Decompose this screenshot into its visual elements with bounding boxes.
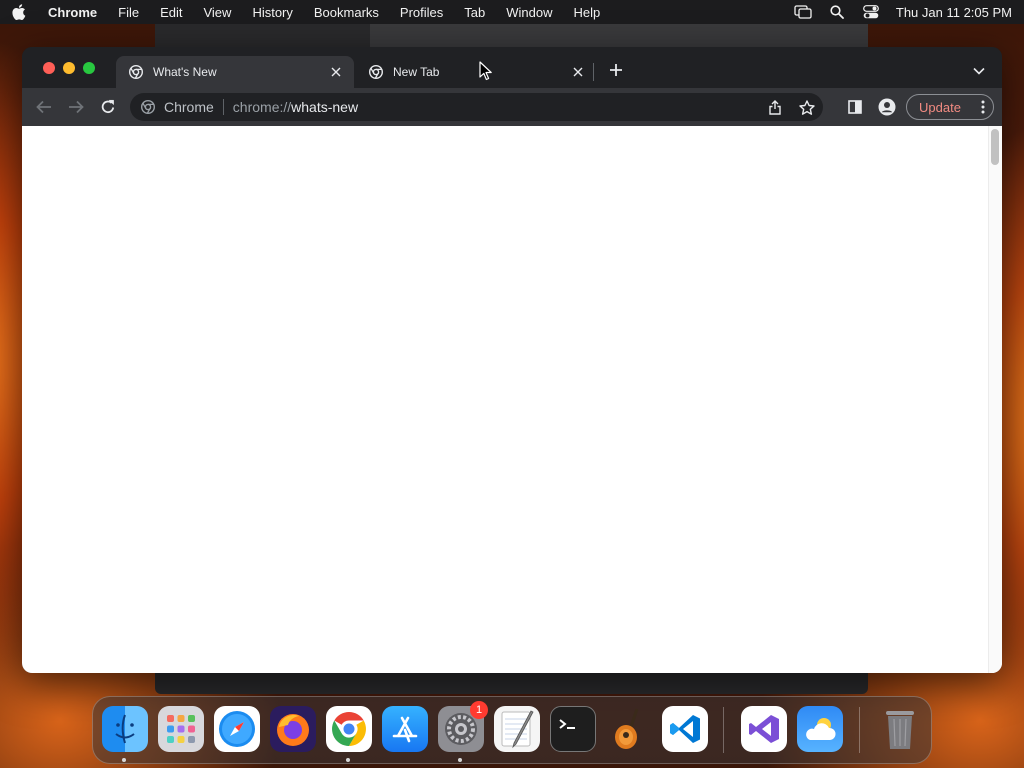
menu-bar: Chrome File Edit View History Bookmarks … [0, 0, 1024, 24]
notification-badge: 1 [470, 701, 488, 719]
chrome-running-dot [346, 758, 350, 762]
scrollbar-thumb[interactable] [991, 129, 999, 165]
textedit-icon[interactable] [494, 706, 540, 752]
tab-strip: What's New New Tab [22, 47, 1002, 88]
google-chrome-icon[interactable] [326, 706, 372, 752]
tab-title: What's New [153, 65, 217, 79]
omnibox-divider [222, 99, 224, 115]
chrome-icon [368, 64, 384, 80]
tab-new-tab[interactable]: New Tab [356, 56, 596, 88]
tab-separator [593, 63, 594, 81]
dock-separator [859, 707, 860, 753]
menu-history[interactable]: History [252, 5, 292, 20]
system-settings-icon[interactable]: 1 [438, 701, 488, 752]
vscode-icon[interactable] [662, 706, 708, 752]
settings-running-dot [458, 758, 462, 762]
window-minimize-button[interactable] [63, 62, 75, 74]
menu-view[interactable]: View [203, 5, 231, 20]
trash-icon[interactable] [877, 706, 923, 752]
tab-search-chevron-icon[interactable] [971, 63, 987, 79]
tab-whats-new[interactable]: What's New [116, 56, 354, 88]
menu-tab[interactable]: Tab [464, 5, 485, 20]
apple-menu-icon[interactable] [12, 4, 28, 20]
chrome-icon [140, 99, 156, 115]
terminal-icon[interactable] [550, 706, 596, 752]
garageband-icon[interactable] [606, 706, 652, 752]
bookmark-star-icon[interactable] [791, 93, 823, 121]
menu-clock[interactable]: Thu Jan 11 2:05 PM [896, 5, 1012, 20]
chrome-window: What's New New Tab Chrome chrome:// what… [22, 47, 1002, 673]
window-zoom-button[interactable] [83, 62, 95, 74]
toolbar: Chrome chrome://whats-new Update [22, 88, 1002, 126]
forward-arrow-icon[interactable] [66, 97, 86, 117]
visual-studio-icon[interactable] [741, 706, 787, 752]
dock: 1 [92, 696, 932, 764]
more-menu-icon[interactable] [981, 100, 985, 114]
side-panel-icon[interactable] [845, 97, 865, 117]
reload-icon[interactable] [98, 97, 118, 117]
menu-edit[interactable]: Edit [160, 5, 182, 20]
address-bar[interactable]: Chrome chrome://whats-new [130, 93, 823, 121]
control-center-icon[interactable] [862, 4, 880, 20]
vertical-scrollbar[interactable] [988, 126, 1002, 673]
finder-running-dot [122, 758, 126, 762]
menu-app-name[interactable]: Chrome [48, 5, 97, 20]
page-content[interactable] [22, 126, 1002, 673]
spotlight-search-icon[interactable] [828, 4, 846, 20]
update-button-label: Update [919, 99, 961, 115]
safari-icon[interactable] [214, 706, 260, 752]
share-icon[interactable] [759, 93, 791, 121]
update-button[interactable]: Update [906, 94, 994, 120]
background-window-titlebar [370, 24, 868, 48]
menu-window[interactable]: Window [506, 5, 552, 20]
profile-avatar-icon[interactable] [877, 97, 897, 117]
tab-close-icon[interactable] [328, 64, 344, 80]
launchpad-icon[interactable] [158, 706, 204, 752]
screen-mirroring-icon[interactable] [794, 4, 812, 20]
new-tab-plus-icon[interactable] [607, 61, 625, 79]
window-close-button[interactable] [43, 62, 55, 74]
mouse-pointer-icon [479, 61, 493, 81]
url-scheme: chrome:// [232, 99, 292, 115]
weather-icon[interactable] [797, 706, 843, 752]
url-host: whats-new [291, 99, 359, 115]
menu-file[interactable]: File [118, 5, 139, 20]
menu-help[interactable]: Help [574, 5, 601, 20]
tab-close-icon[interactable] [570, 64, 586, 80]
app-store-icon[interactable] [382, 706, 428, 752]
menu-bookmarks[interactable]: Bookmarks [314, 5, 379, 20]
firefox-icon[interactable] [270, 706, 316, 752]
menu-profiles[interactable]: Profiles [400, 5, 443, 20]
back-arrow-icon[interactable] [34, 97, 54, 117]
chrome-icon [128, 64, 144, 80]
site-chip-label[interactable]: Chrome [164, 99, 214, 115]
finder-icon[interactable] [102, 706, 148, 752]
dock-separator [723, 707, 724, 753]
